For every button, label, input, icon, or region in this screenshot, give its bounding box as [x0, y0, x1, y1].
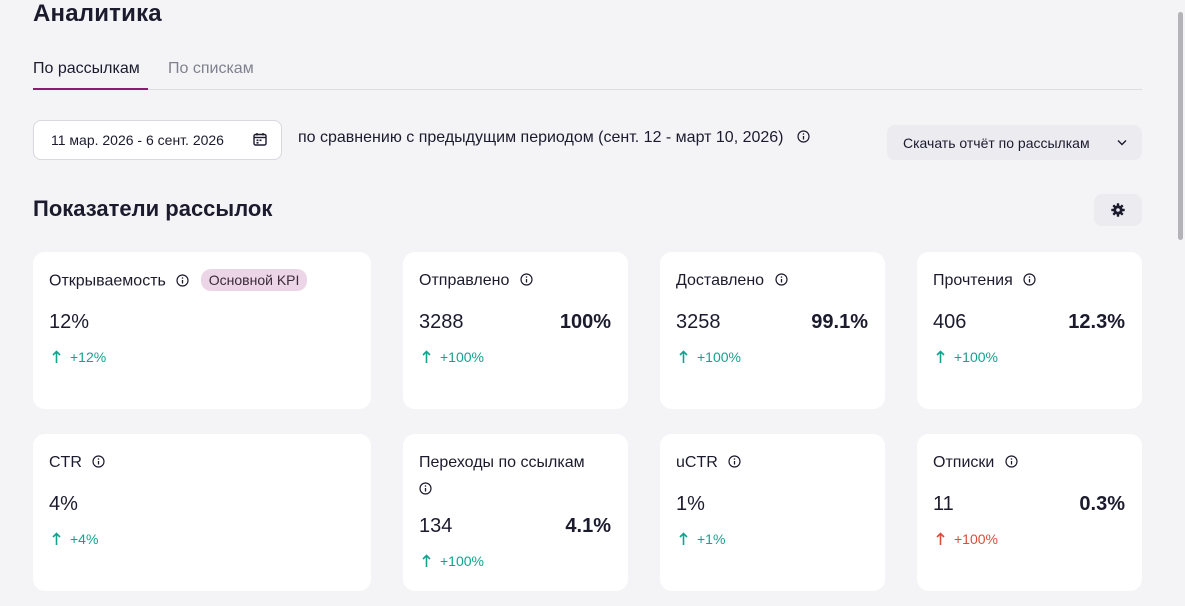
metric-delta: +100% [936, 531, 998, 547]
arrow-up-icon [52, 532, 61, 545]
page-title: Аналитика [33, 0, 162, 27]
metric-label: CTR [49, 454, 105, 472]
metric-card-link-clicks: Переходы по ссылкам 134 4.1% +100% [403, 434, 628, 591]
metric-label-text: CTR [49, 454, 82, 471]
metric-label: Отписки [933, 454, 1018, 472]
comparison-text: по сравнению с предыдущим периодом (сент… [298, 129, 810, 147]
info-icon[interactable] [1005, 455, 1018, 468]
metric-card-sent: Отправлено 3288 100% +100% [403, 252, 628, 409]
metric-value: 12% [49, 311, 90, 333]
calendar-icon [253, 133, 267, 146]
metric-delta-value: +12% [70, 349, 107, 365]
info-icon[interactable] [728, 455, 741, 468]
metric-percent: 99.1% [811, 311, 868, 333]
metric-delta: +100% [679, 349, 741, 365]
metric-label: Отправлено [419, 272, 533, 290]
metric-label-text: uCTR [676, 454, 718, 471]
gear-icon [1111, 203, 1125, 217]
date-range-picker[interactable]: 11 мар. 2026 - 6 сент. 2026 [33, 120, 282, 160]
metric-card-delivered: Доставлено 3258 99.1% +100% [660, 252, 885, 409]
metric-label: Доставлено [676, 272, 788, 290]
chevron-down-icon [1117, 140, 1127, 146]
metric-delta: +100% [936, 349, 998, 365]
metric-value: 134 [419, 515, 453, 537]
metric-label-text: Прочтения [933, 272, 1013, 289]
scrollbar-thumb[interactable] [1178, 12, 1183, 240]
metric-label: Прочтения [933, 272, 1036, 290]
metric-delta-value: +100% [440, 349, 484, 365]
tab-bar: По рассылкам По спискам [33, 56, 1142, 90]
arrow-up-icon [936, 532, 945, 545]
metric-label-text: Открываемость [49, 272, 166, 290]
date-range-value: 11 мар. 2026 - 6 сент. 2026 [51, 132, 224, 148]
metric-delta-value: +4% [70, 531, 99, 547]
arrow-up-icon [422, 350, 431, 363]
metric-delta-value: +100% [954, 531, 998, 547]
comparison-label: по сравнению с предыдущим периодом (сент… [298, 129, 784, 146]
metric-delta: +1% [679, 531, 725, 547]
info-icon[interactable] [92, 455, 105, 468]
metric-label: Открываемость Основной KPI [49, 269, 308, 291]
tab-by-campaigns[interactable]: По рассылкам [33, 60, 148, 90]
metric-delta-value: +100% [697, 349, 741, 365]
metric-label: uCTR [676, 454, 741, 472]
metric-delta: +12% [52, 349, 106, 365]
metric-percent: 100% [559, 311, 611, 333]
arrow-up-icon [422, 554, 431, 567]
info-icon[interactable] [774, 273, 788, 286]
metric-percent: 12.3% [1068, 311, 1125, 333]
metric-delta-value: +100% [440, 553, 484, 569]
metric-card-unsubscribes: Отписки 11 0.3% +100% [917, 434, 1142, 591]
arrow-up-icon [679, 532, 688, 545]
info-icon[interactable] [419, 482, 432, 495]
metric-label-text: Переходы по ссылкам [419, 454, 585, 471]
arrow-up-icon [936, 350, 945, 363]
metric-value: 1% [676, 493, 705, 515]
section-title: Показатели рассылок [33, 196, 273, 221]
settings-button[interactable] [1094, 194, 1142, 226]
metric-card-ctr: CTR 4% +4% [33, 434, 371, 591]
metric-percent: 0.3% [1079, 493, 1125, 515]
info-icon[interactable] [176, 273, 189, 287]
metric-value: 11 [933, 493, 954, 515]
metric-label-text: Отписки [933, 454, 995, 471]
metric-delta: +100% [422, 349, 484, 365]
tab-by-lists[interactable]: По спискам [168, 60, 254, 90]
info-icon[interactable] [1023, 273, 1036, 286]
arrow-up-icon [679, 350, 688, 363]
download-report-button[interactable]: Скачать отчёт по рассылкам [887, 125, 1142, 160]
analytics-page: Аналитика По рассылкам По спискам 11 мар… [0, 0, 1175, 606]
metric-card-reads: Прочтения 406 12.3% +100% [917, 252, 1142, 409]
metric-delta-value: +1% [697, 531, 726, 547]
kpi-badge: Основной KPI [200, 269, 308, 291]
metric-label: Переходы по ссылкам [419, 454, 585, 472]
metric-delta-value: +100% [954, 349, 998, 365]
metric-card-open-rate: Открываемость Основной KPI 12% +12% [33, 252, 371, 409]
scrollbar-track[interactable] [1175, 0, 1185, 606]
metric-delta: +4% [52, 531, 98, 547]
metric-label-text: Отправлено [419, 272, 510, 289]
arrow-up-icon [52, 350, 61, 363]
metric-value: 3288 [419, 311, 464, 333]
metric-value: 4% [49, 493, 78, 515]
metric-delta: +100% [422, 553, 484, 569]
info-icon[interactable] [520, 273, 533, 286]
metric-label-text: Доставлено [676, 272, 765, 289]
metric-percent: 4.1% [565, 515, 611, 537]
info-icon[interactable] [797, 130, 810, 143]
metric-value: 3258 [676, 311, 721, 333]
metric-value: 406 [933, 311, 967, 333]
download-report-label: Скачать отчёт по рассылкам [903, 135, 1090, 151]
metric-card-uctr: uCTR 1% +1% [660, 434, 885, 591]
